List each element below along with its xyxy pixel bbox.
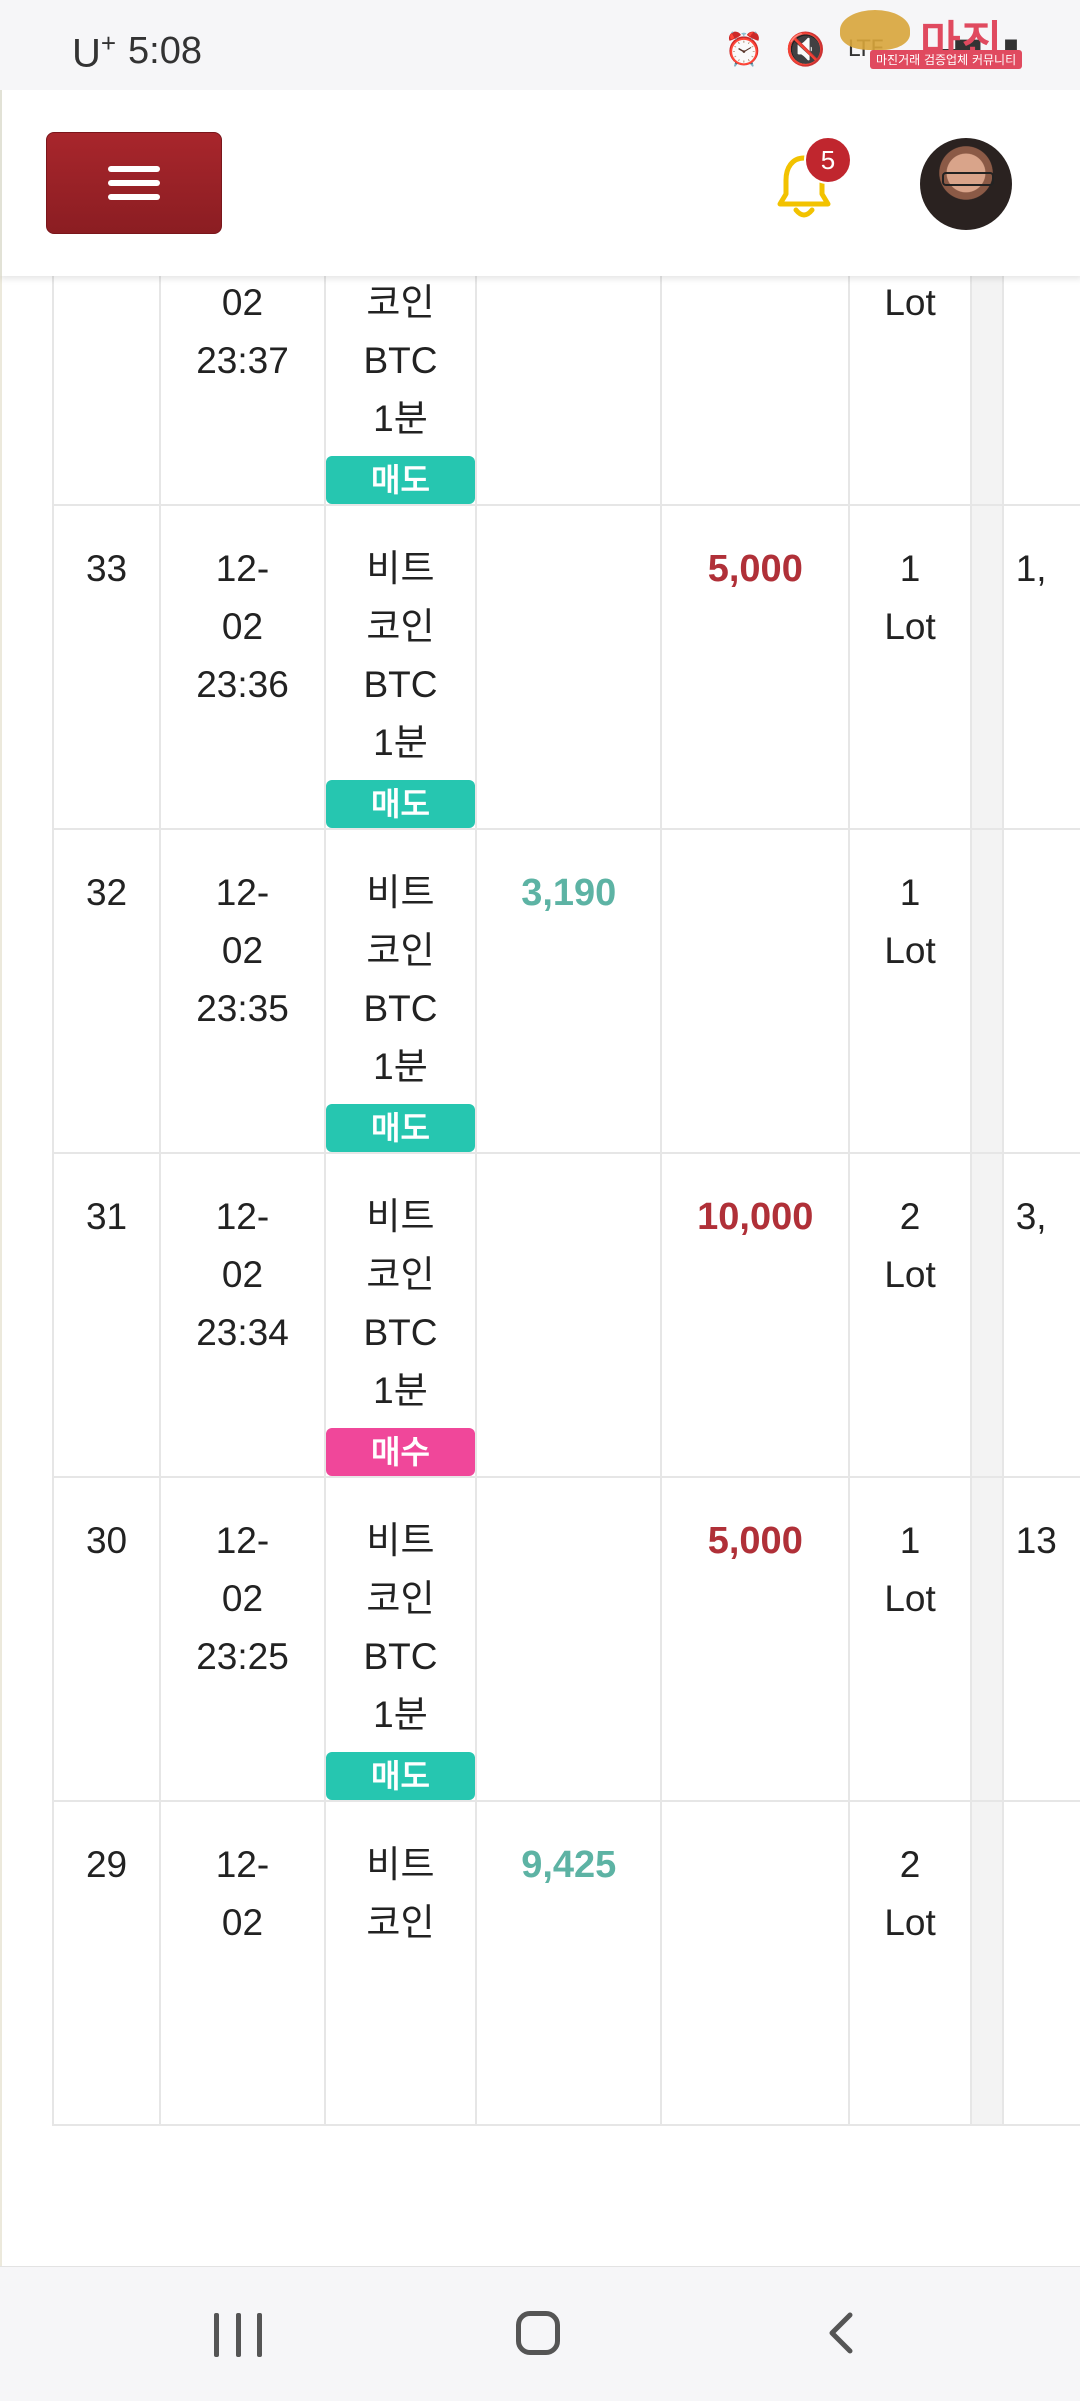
row-time: 23:37 [196,340,289,381]
side-tag: 매도 [326,1752,475,1799]
row-date: 12- [215,1196,270,1237]
profit-value: 9,425 [521,1844,617,1886]
quantity-value: 2 [899,1196,921,1237]
table-row[interactable]: 29 12- 02 비트 코인 9,425 2 Lot [51,1800,1080,2126]
item-name-2: 코인 [366,1254,435,1295]
item-interval: 1분 [373,722,428,763]
row-date: 12- [215,548,270,589]
item-name-2: 코인 [366,606,435,647]
back-icon[interactable] [826,2311,856,2355]
row-date-day: 02 [221,282,264,323]
loss-value: 5,000 [707,548,803,590]
item-symbol: BTC [363,1636,438,1677]
quantity-unit: Lot [884,1578,936,1619]
row-time: 23:25 [196,1636,289,1677]
loss-value: 10,000 [697,1196,814,1238]
item-symbol: BTC [363,664,438,705]
mute-icon: 🔇 [785,30,826,68]
quantity-value: 1 [899,548,921,589]
avatar[interactable] [920,138,1012,230]
row-time: 23:34 [196,1312,289,1353]
item-interval: 1분 [373,1046,428,1087]
row-date: 12- [215,1844,270,1885]
menu-button[interactable] [46,132,222,234]
watermark-logo: 마진 마진거래 검증업체 커뮤니티 [830,6,1070,72]
row-date-day: 02 [221,930,264,971]
table-row[interactable]: 32 12- 02 23:35 비트 코인 BTC 1분 매도 3,190 1 … [51,828,1080,1154]
item-interval: 1분 [373,1370,428,1411]
table-row[interactable]: 30 12- 02 23:25 비트 코인 BTC 1분 매도 5,000 1 … [51,1476,1080,1802]
truncated-value: 3, [1015,1196,1047,1237]
item-name-1: 비트 [366,872,435,913]
row-number: 32 [85,872,128,913]
side-tag: 매수 [326,1428,475,1475]
item-name-1: 비트 [366,548,435,589]
row-date-day: 02 [221,1902,264,1943]
item-interval: 1분 [373,398,428,439]
row-time: 23:36 [196,664,289,705]
item-symbol: BTC [363,340,438,381]
trade-table: 매수 34 12- 02 23:37 비트 코인 BTC 1분 매도 1,156… [51,90,1080,2126]
profit-value: 3,190 [521,872,617,914]
item-interval: 1분 [373,1694,428,1735]
table-row[interactable]: 33 12- 02 23:36 비트 코인 BTC 1분 매도 5,000 1 … [51,504,1080,830]
quantity-unit: Lot [884,1254,936,1295]
notification-badge: 5 [804,136,852,184]
row-number: 31 [85,1196,128,1237]
row-date: 12- [215,1520,270,1561]
row-number: 33 [85,548,128,589]
truncated-value: 13 [1015,1520,1057,1561]
system-nav-bar [0,2266,1080,2401]
row-date-day: 02 [221,1578,264,1619]
quantity-unit: Lot [884,1902,936,1943]
side-tag: 매도 [326,780,475,827]
app-header: 5 [0,90,1080,276]
carrier-label: U+ [72,28,117,76]
item-name-1: 비트 [366,1520,435,1561]
item-name-2: 코인 [366,1578,435,1619]
side-tag: 매도 [326,456,475,503]
status-bar: U+ 5:08 ⏰ 🔇 LTE ▂▄▆ ▮ 마진 마진거래 검증업체 커뮤니티 [0,0,1080,90]
trade-history[interactable]: 매수 34 12- 02 23:37 비트 코인 BTC 1분 매도 1,156… [0,90,1080,2266]
watermark-crest-icon [840,10,910,50]
item-name-2: 코인 [366,282,435,323]
status-time: 5:08 [128,30,202,72]
row-time: 23:35 [196,988,289,1029]
menu-icon [108,158,160,208]
item-symbol: BTC [363,1312,438,1353]
quantity-unit: Lot [884,606,936,647]
row-number: 29 [85,1844,128,1885]
quantity-unit: Lot [884,282,936,323]
quantity-unit: Lot [884,930,936,971]
loss-value: 5,000 [707,1520,803,1562]
row-number: 30 [85,1520,128,1561]
item-symbol: BTC [363,988,438,1029]
item-name-2: 코인 [366,930,435,971]
row-date-day: 02 [221,1254,264,1295]
quantity-value: 1 [899,872,921,913]
home-icon[interactable] [516,2311,560,2355]
table-row[interactable]: 31 12- 02 23:34 비트 코인 BTC 1분 매수 10,000 2… [51,1152,1080,1478]
alarm-icon: ⏰ [724,30,764,68]
row-date-day: 02 [221,606,264,647]
quantity-value: 1 [899,1520,921,1561]
item-name-1: 비트 [366,1844,435,1885]
item-name-1: 비트 [366,1196,435,1237]
row-date: 12- [215,872,270,913]
quantity-value: 2 [899,1844,921,1885]
recents-icon[interactable] [214,2313,262,2357]
side-tag: 매도 [326,1104,475,1151]
item-name-2: 코인 [366,1902,435,1943]
truncated-value: 1, [1015,548,1047,589]
